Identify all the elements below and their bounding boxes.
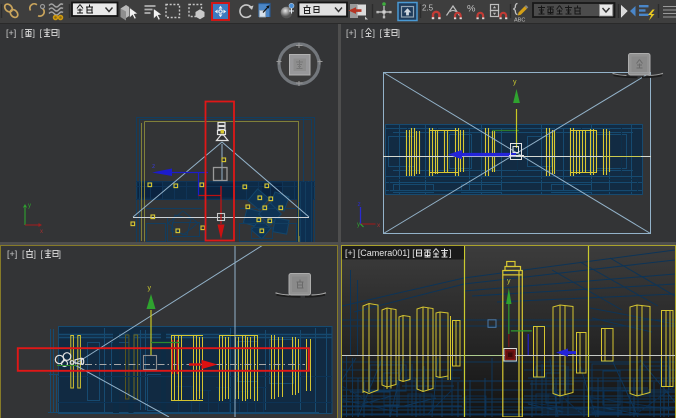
svg-text:y: y xyxy=(513,79,517,86)
svg-text:[: [ xyxy=(380,28,383,38)
svg-text:]: ] xyxy=(373,28,376,38)
svg-text:[: [ xyxy=(22,249,25,259)
svg-text:2.5: 2.5 xyxy=(422,4,434,13)
svg-text:]: ] xyxy=(33,28,36,38)
svg-text:y: y xyxy=(28,203,31,209)
svg-text:[+] [Camera001] [: [+] [Camera001] [ xyxy=(345,248,415,258)
svg-text:[+]: [+] xyxy=(346,28,356,38)
svg-text:]: ] xyxy=(58,28,61,38)
svg-text:]: ] xyxy=(398,28,401,38)
svg-text:z: z xyxy=(152,163,155,170)
svg-text:y: y xyxy=(507,278,511,285)
svg-text:[+]: [+] xyxy=(7,249,17,259)
svg-text:[: [ xyxy=(41,249,44,259)
svg-text:y: y xyxy=(357,222,360,228)
svg-text:[+]: [+] xyxy=(6,28,16,38)
svg-text:%: % xyxy=(467,4,476,15)
svg-text:ABC: ABC xyxy=(514,18,525,24)
svg-text:x: x xyxy=(377,222,381,229)
svg-text:y: y xyxy=(148,285,152,292)
svg-text:z: z xyxy=(358,201,361,208)
svg-text:[: [ xyxy=(21,28,24,38)
svg-text:[: [ xyxy=(361,28,364,38)
svg-text:]: ] xyxy=(59,249,62,259)
svg-text:x: x xyxy=(40,229,43,235)
svg-text:]: ] xyxy=(449,248,452,258)
svg-text:[: [ xyxy=(40,28,43,38)
svg-text:]: ] xyxy=(34,249,37,259)
